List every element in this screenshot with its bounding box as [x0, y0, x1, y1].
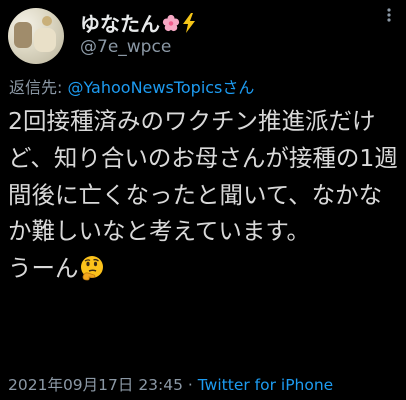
reply-target-link[interactable]: @YahooNewsTopicsさん — [67, 78, 254, 97]
display-name[interactable]: ゆなたん — [80, 8, 160, 37]
reply-prefix: 返信先: — [9, 78, 68, 97]
tweet-body: 2回接種済みのワクチン推進派だけど、知り合いのお母さんが接種の1週間後に亡くなっ… — [8, 107, 398, 283]
tweet-source-link[interactable]: Twitter for iPhone — [198, 376, 333, 394]
cherry-blossom-icon — [162, 14, 180, 31]
tweet-card: ゆなたん @7e_wpce 返信先: @YahooNewsTopicsさん 2回… — [0, 0, 406, 400]
meta-separator: · — [183, 376, 198, 394]
tweet-meta: 2021年09月17日 23:45 · Twitter for iPhone — [8, 373, 333, 395]
timestamp[interactable]: 2021年09月17日 23:45 — [8, 376, 183, 394]
tweet-text: 2回接種済みのワクチン推進派だけど、知り合いのお母さんが接種の1週間後に亡くなっ… — [8, 103, 400, 287]
avatar[interactable] — [8, 8, 64, 64]
lightning-icon — [183, 12, 195, 33]
more-options-icon[interactable] — [382, 8, 396, 22]
thinking-face-icon — [80, 256, 103, 281]
display-name-row[interactable]: ゆなたん — [80, 8, 196, 37]
reply-to-line: 返信先: @YahooNewsTopicsさん — [9, 74, 254, 98]
user-handle[interactable]: @7e_wpce — [80, 37, 171, 57]
